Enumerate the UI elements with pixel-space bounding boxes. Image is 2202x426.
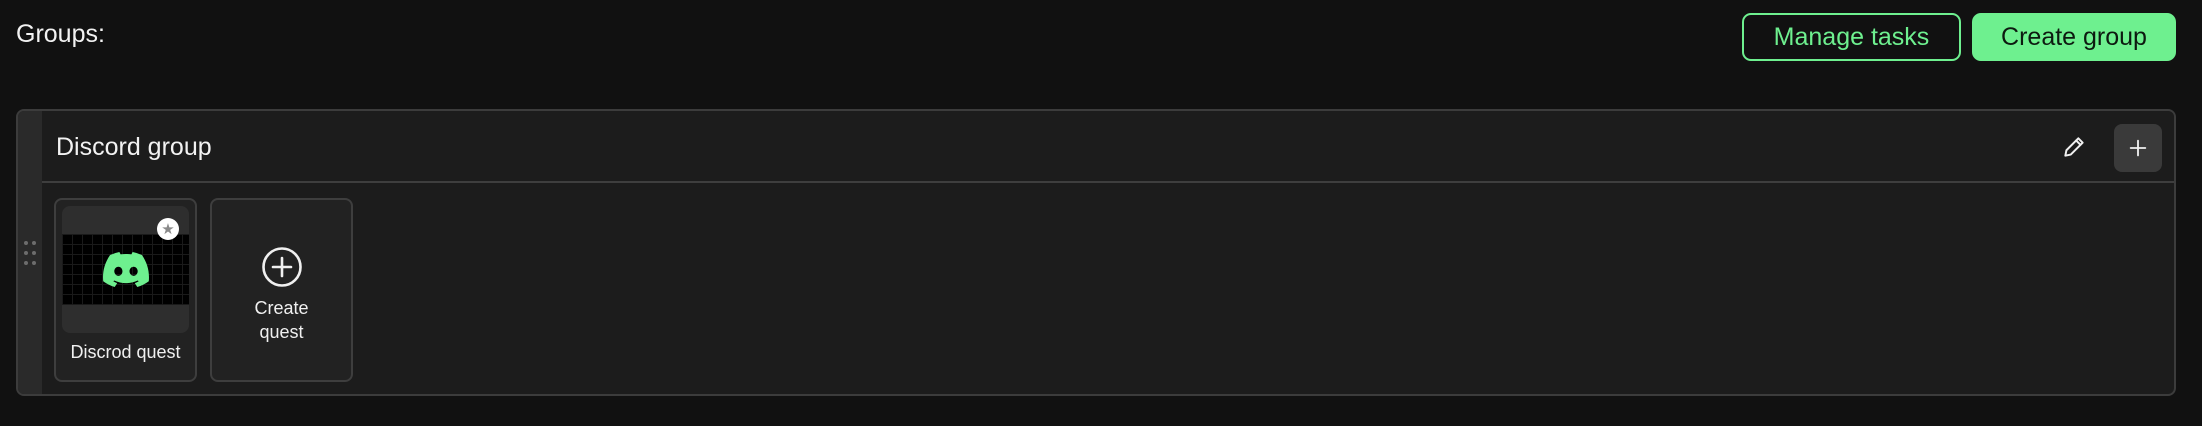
- drag-rail[interactable]: [18, 111, 42, 394]
- discord-icon: [102, 251, 149, 287]
- quest-name: Discrod quest: [70, 342, 181, 362]
- manage-tasks-button[interactable]: Manage tasks: [1742, 13, 1961, 61]
- group-title: Discord group: [56, 133, 212, 161]
- create-group-button[interactable]: Create group: [1972, 13, 2176, 61]
- quest-card[interactable]: ★ Discrod quest: [54, 198, 197, 382]
- add-quest-button[interactable]: [2114, 124, 2162, 172]
- quest-thumbnail: ★: [62, 206, 189, 333]
- pencil-icon: [2064, 137, 2084, 157]
- create-quest-label: Create quest: [254, 298, 309, 342]
- drag-handle-icon[interactable]: [24, 241, 36, 265]
- plus-icon: [2129, 139, 2147, 157]
- plus-circle-icon: [261, 247, 302, 287]
- create-quest-card[interactable]: Create quest: [210, 198, 353, 382]
- page-header: Groups: Manage tasks Create group: [0, 0, 2202, 74]
- edit-group-button[interactable]: [2056, 129, 2092, 165]
- star-icon[interactable]: ★: [157, 218, 179, 240]
- group-card: Discord group ★ Discrod quest Create que…: [16, 109, 2176, 396]
- page-title: Groups:: [16, 20, 105, 48]
- group-header: Discord group: [42, 111, 2174, 183]
